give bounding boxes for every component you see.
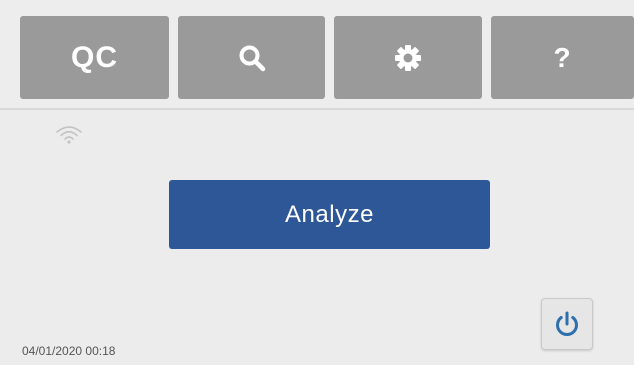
status-datetime: 04/01/2020 00:18 [22, 344, 116, 358]
wifi-icon [54, 123, 84, 145]
power-button[interactable] [541, 298, 593, 350]
help-label: ? [553, 41, 572, 73]
search-icon [238, 44, 266, 72]
top-toolbar: QC ? [0, 0, 634, 110]
settings-button[interactable] [334, 16, 482, 99]
search-button[interactable] [178, 16, 325, 99]
power-icon [553, 310, 581, 338]
gear-icon [394, 44, 422, 72]
analyze-button[interactable]: Analyze [169, 180, 490, 249]
device-screen: QC ? Analyze 04/01/2020 00:18 [0, 0, 634, 365]
analyze-label: Analyze [285, 200, 374, 228]
help-button[interactable]: ? [491, 16, 634, 99]
qc-button[interactable]: QC [20, 16, 169, 99]
qc-label: QC [71, 40, 118, 74]
